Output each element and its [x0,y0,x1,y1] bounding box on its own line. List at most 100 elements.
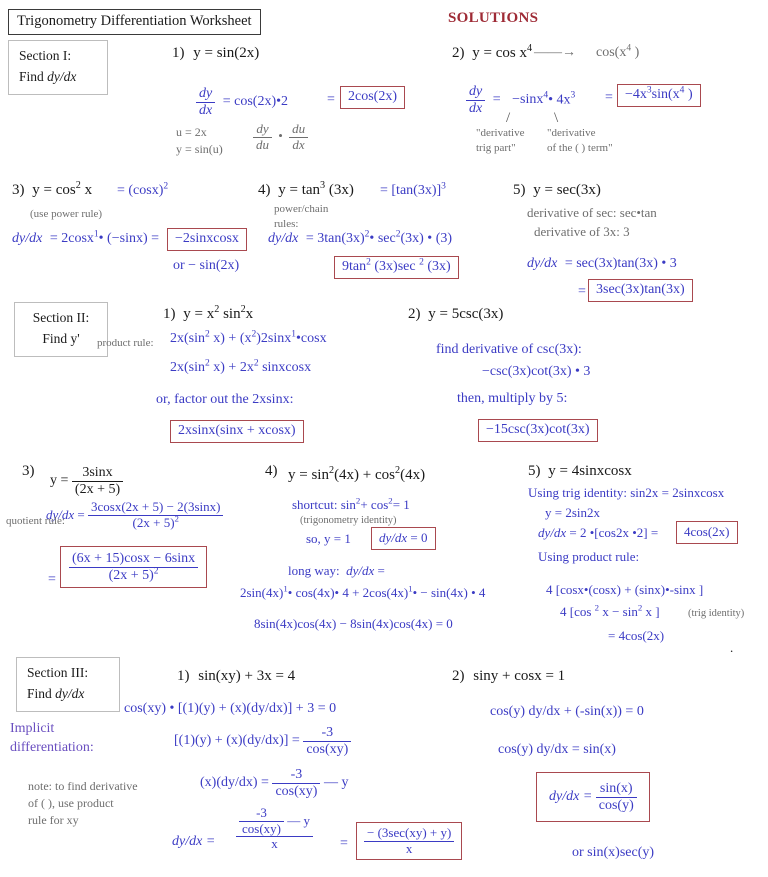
stray-period: . [730,640,734,655]
s3-p1-line4-lhs: dy/dx = [172,834,216,849]
s2-p2-statement: 2) y = 5csc(3x) [408,306,504,322]
section-2-instruction: Find y' [42,330,80,346]
s2-p5-line7: = 4cos(2x) [608,628,665,643]
s2-p5-answer: 4cos(2x) [676,521,738,544]
page-title: Trigonometry Differentiation Worksheet [8,9,261,35]
s1-p2-work: dy dx = −sinx4• 4x3 [466,84,575,116]
s1-p2-note-left: "derivative trig part" [476,127,525,155]
s2-p4-identity-note: (trigonometry identity) [300,515,397,526]
s2-p4-long2: 8sin(4x)cos(4x) − 8sin(4x)cos(4x) = 0 [254,616,453,631]
s2-p3-statement: y = 3sinx (2x + 5) [50,465,124,497]
s3-p1-statement: 1) sin(xy) + 3x = 4 [177,668,296,684]
s1-p3-work: dy/dx = 2cosx1• (−sinx) = [12,229,160,246]
s2-p1-rule-label: product rule: [97,337,154,349]
section-2-box: Section II: Find y' [14,302,108,357]
s3-p2-line2: cos(y) dy/dx = sin(x) [498,742,616,757]
s3-p2-alt: or sin(x)sec(y) [572,845,655,860]
s3-p2-answer: dy/dx = sin(x) cos(y) [536,772,650,823]
s1-p5-work: dy/dx = sec(3x)tan(3x) • 3 [527,256,677,271]
s2-p4-answer: dy/dx = 0 [371,527,436,550]
dydx-math: dy/dx [47,68,77,84]
section-3-side-note: Implicit differentiation: [10,721,94,755]
s1-p3-statement: 3) y = cos2 x [12,180,93,198]
s3-p2-line1: cos(y) dy/dx + (-sin(x)) = 0 [490,704,644,719]
s1-p2-note-right: "derivative of the ( ) term" [547,127,613,155]
s1-p5-note2: derivative of 3x: 3 [534,224,630,239]
s2-p1-line3: or, factor out the 2xsinx: [156,392,294,407]
s2-p5-line1: Using trig identity: sin2x = 2sinxcosx [528,485,725,500]
worksheet-page: Trigonometry Differentiation Worksheet S… [0,0,768,877]
s1-p4-answer: 9tan2 (3x)sec 2 (3x) [334,256,459,279]
s3-p1-line4-fraction: -3 cos(xy) — y x [236,805,313,852]
s1-p2-slash-icon: / [506,110,511,126]
s1-p4-work: dy/dx = 3tan(3x)2• sec2(3x) • (3) [268,229,453,246]
s1-p5-note1: derivative of sec: sec•tan [527,205,657,220]
s2-p2-line1: find derivative of csc(3x): [436,342,582,357]
s2-p3-work: dy/dx = 3cosx(2x + 5) − 2(3sinx) (2x + 5… [46,499,224,530]
s3-p2-statement: 2) siny + cosx = 1 [452,668,566,684]
s2-p1-statement: 1) y = x2 sin2x [163,304,254,322]
s2-p1-line1: 2x(sin2 x) + (x2)2sinx1•cosx [170,329,327,346]
s2-p4-shortcut: shortcut: sin2+ cos2= 1 [292,495,410,512]
s1-p3-hint: (use power rule) [30,208,103,220]
s1-p2-statement: 2) y = cos x4 [452,43,533,61]
s2-p5-line6: 4 [cos 2 x − sin2 x ] [560,602,660,619]
s1-p4-rewritten: = [tan(3x)]3 [380,181,446,198]
section-1-label: Section I: [19,48,72,63]
s1-p1-notes: u = 2x y = sin(u) [176,125,223,157]
s3-p1-answer-equals: = [340,836,348,851]
s3-p1-line2: [(1)(y) + (x)(dy/dx)] = -3 cos(xy) [174,725,352,757]
s2-p4-so-label: so, y = 1 [306,531,351,546]
s2-p2-line3: then, multiply by 5: [457,391,568,406]
s2-p1-answer: 2xsinx(sinx + xcosx) [170,420,304,443]
s2-p4-longway-label: long way: dy/dx = [288,563,385,578]
s3-p1-line3: (x)(dy/dx) = -3 cos(xy) — y [200,767,349,799]
s2-p2-answer: −15csc(3x)cot(3x) [478,419,598,442]
s1-p5-equals: = [578,284,586,299]
find-prefix: Find [19,68,48,84]
section-3-instruction: Find dy/dx [27,685,85,701]
s1-p3-alt: or − sin(2x) [173,258,240,273]
s2-p5-line4: Using product rule: [538,549,640,564]
s2-p3-answer-equals: = [48,572,56,587]
s1-p1-work: dy dx = cos(2x)•2 [196,86,288,118]
s1-p3-answer: −2sinxcosx [167,228,247,251]
s2-p5-line2: y = 2sin2x [545,505,601,520]
s1-p2-arrow-icon: ——→ [534,45,576,60]
s2-p5-line6-note: (trig identity) [688,608,745,619]
s1-p2-backslash-icon: \ [554,110,559,126]
s2-p4-long1: 2sin(4x)1• cos(4x)• 4 + 2cos(4x)1• − sin… [240,583,486,600]
s2-p3-answer: (6x + 15)cosx − 6sinx (2x + 5)2 [60,546,208,589]
s3-p1-line1: cos(xy) • [(1)(y) + (x)(dy/dx)] + 3 = 0 [124,701,337,716]
s3-p1-answer: − (3sec(xy) + y) x [356,822,463,861]
section-2-label: Section II: [32,310,90,325]
section-1-instruction: Find dy/dx [19,67,97,88]
dydx-fraction: dy dx [196,86,216,118]
s1-p4-statement: 4) y = tan3 (3x) [258,180,354,198]
s1-p5-answer: 3sec(3x)tan(3x) [588,279,693,302]
s2-p4-statement: y = sin2(4x) + cos2(4x) [288,465,426,483]
section-3-label: Section III: [27,665,89,680]
s1-p1-equals: = [327,92,335,107]
s1-p3-rewritten: = (cosx)2 [117,181,169,198]
s1-p1-chain: dy du • du dx [253,121,309,152]
s1-p5-statement: 5) y = sec(3x) [513,182,601,198]
s2-p2-line2: −csc(3x)cot(3x) • 3 [482,364,591,379]
s2-p5-line5: 4 [cosx•(cosx) + (sinx)•-sinx ] [546,582,704,597]
section-1-box: Section I: Find dy/dx [8,40,108,95]
section-3-box: Section III: Find dy/dx [16,657,120,712]
s1-p2-answer: −4x3sin(x4 ) [617,84,701,107]
s1-p2-equals: = [605,90,613,105]
section-3-side-note-small: note: to find derivative of ( ), use pro… [28,779,138,827]
s1-p2-rewritten: cos(x4 ) [596,43,640,60]
s1-p1-statement: 1) y = sin(2x) [172,45,260,61]
s2-p5-line3: dy/dx = 2 •[cos2x •2] = [538,525,659,540]
s2-p4-number: 4) [265,463,278,479]
s2-p3-rule-label: quotient rule: [6,515,65,527]
s2-p5-statement: 5) y = 4sinxcosx [528,463,632,479]
solutions-label: SOLUTIONS [448,10,539,26]
s1-p1-answer: 2cos(2x) [340,86,405,109]
s2-p3-number: 3) [22,463,35,479]
s2-p1-line2: 2x(sin2 x) + 2x2 sinxcosx [170,358,312,375]
s1-p4-hint: power/chain rules: [274,203,329,230]
